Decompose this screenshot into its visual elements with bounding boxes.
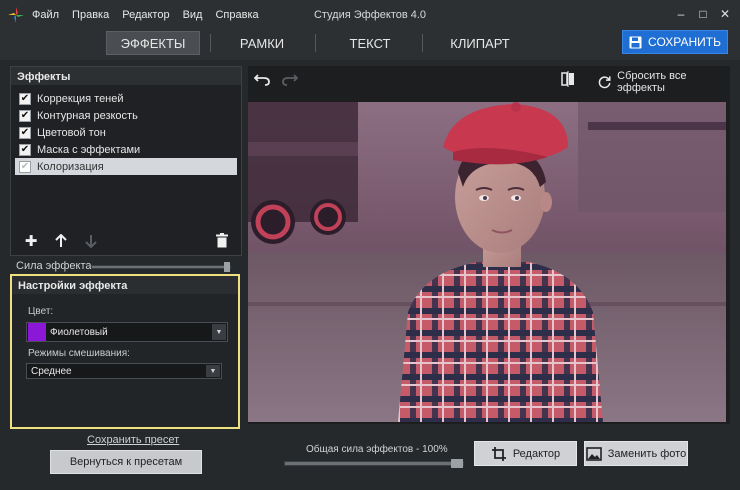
photo-preview	[248, 102, 726, 422]
replace-photo-button[interactable]: Заменить фото	[584, 441, 688, 466]
maximize-button[interactable]: □	[694, 5, 712, 23]
tab-frames[interactable]: РАМКИ	[222, 31, 302, 55]
effect-checkbox[interactable]: ✔	[19, 126, 31, 139]
tab-divider	[210, 34, 211, 52]
move-up-icon[interactable]	[53, 233, 69, 249]
blend-mode-select[interactable]: Среднее ▼	[26, 363, 222, 379]
bottom-bar: Общая сила эффектов - 100% Редактор Заме…	[248, 424, 730, 480]
blend-mode-label: Режимы смешивания:	[28, 348, 130, 359]
save-button[interactable]: СОХРАНИТЬ	[622, 30, 728, 54]
effect-settings-panel: Настройки эффекта Цвет: Фиолетовый ▼ Реж…	[10, 274, 240, 429]
replace-photo-button-label: Заменить фото	[607, 447, 687, 460]
tab-clipart[interactable]: КЛИПАРТ	[435, 31, 525, 55]
overall-strength-fill	[285, 462, 457, 465]
move-down-icon[interactable]	[83, 233, 99, 249]
title-bar: Файл Правка Редактор Вид Справка Студия …	[0, 0, 740, 30]
editor-button-label: Редактор	[512, 447, 561, 460]
undo-icon[interactable]	[252, 70, 272, 90]
effect-strength-slider[interactable]	[91, 262, 231, 272]
effects-toolbar: ✚	[23, 233, 99, 250]
overall-strength-handle[interactable]	[451, 459, 463, 468]
effect-item-label: Цветовой тон	[37, 126, 106, 139]
color-select[interactable]: Фиолетовый ▼	[26, 322, 228, 342]
reset-all-label: Сбросить все эффекты	[617, 70, 687, 94]
effect-strength-label: Сила эффекта	[16, 260, 92, 272]
menu-view[interactable]: Вид	[183, 9, 203, 21]
effect-strength-handle[interactable]	[224, 262, 230, 272]
image-icon	[585, 446, 602, 461]
minimize-button[interactable]: –	[672, 5, 690, 23]
redo-icon[interactable]	[280, 70, 300, 90]
effect-settings-title: Настройки эффекта	[12, 276, 238, 294]
canvas-area: Сбросить все эффекты	[248, 66, 730, 424]
reset-all-effects-button[interactable]: Сбросить все эффекты	[598, 70, 730, 94]
save-preset-link[interactable]: Сохранить пресет	[87, 434, 179, 446]
overall-strength-slider[interactable]	[284, 459, 464, 468]
chevron-down-icon[interactable]: ▼	[212, 324, 226, 340]
effect-checkbox[interactable]: ✔	[19, 143, 31, 156]
effect-item-hue[interactable]: ✔ Цветовой тон	[15, 124, 237, 141]
reset-icon	[598, 76, 611, 89]
left-panel: Эффекты ✔ Коррекция теней ✔ Контурная ре…	[10, 66, 242, 430]
effect-item-label: Коррекция теней	[37, 92, 124, 105]
effect-item-effects-mask[interactable]: ✔ Маска с эффектами	[15, 141, 237, 158]
effect-item-label: Колоризация	[37, 160, 104, 173]
back-to-presets-button[interactable]: Вернуться к пресетам	[50, 450, 202, 474]
effects-list: ✔ Коррекция теней ✔ Контурная резкость ✔…	[15, 90, 237, 175]
floppy-disk-icon	[629, 36, 642, 48]
tab-divider	[422, 34, 423, 52]
crop-icon	[491, 446, 506, 461]
effect-item-colorization[interactable]: ✔ Колоризация	[15, 158, 237, 175]
menu-bar: Файл Правка Редактор Вид Справка	[32, 9, 259, 21]
overall-strength-label: Общая сила эффектов - 100%	[306, 444, 448, 455]
effect-strength-fill	[92, 266, 227, 268]
tab-divider	[315, 34, 316, 52]
color-label: Цвет:	[28, 306, 54, 317]
menu-help[interactable]: Справка	[215, 9, 258, 21]
color-swatch	[28, 323, 46, 341]
effect-item-contour-sharpness[interactable]: ✔ Контурная резкость	[15, 107, 237, 124]
menu-edit[interactable]: Правка	[72, 9, 109, 21]
editor-button[interactable]: Редактор	[474, 441, 577, 466]
effect-strength: Сила эффекта	[16, 260, 242, 274]
effects-panel: Эффекты ✔ Коррекция теней ✔ Контурная ре…	[10, 66, 242, 256]
close-button[interactable]: ✕	[716, 5, 734, 23]
compare-icon[interactable]	[558, 69, 578, 89]
tab-effects[interactable]: ЭФФЕКТЫ	[106, 31, 200, 55]
menu-file[interactable]: Файл	[32, 9, 59, 21]
chevron-down-icon[interactable]: ▼	[206, 365, 220, 377]
tab-text[interactable]: ТЕКСТ	[330, 31, 410, 55]
effect-item-label: Маска с эффектами	[37, 143, 141, 156]
add-icon[interactable]: ✚	[23, 233, 39, 250]
effect-checkbox[interactable]: ✔	[19, 109, 31, 122]
blend-mode-value: Среднее	[31, 365, 72, 377]
effect-item-label: Контурная резкость	[37, 109, 138, 122]
effects-panel-title: Эффекты	[11, 67, 241, 85]
window-controls: – □ ✕	[672, 5, 734, 23]
menu-editor[interactable]: Редактор	[122, 9, 169, 21]
effect-checkbox[interactable]: ✔	[19, 92, 31, 105]
trash-icon[interactable]	[215, 233, 229, 248]
app-logo-icon	[8, 7, 24, 23]
color-select-value: Фиолетовый	[50, 326, 108, 338]
effect-item-shadow-correction[interactable]: ✔ Коррекция теней	[15, 90, 237, 107]
effect-checkbox[interactable]: ✔	[19, 160, 31, 173]
save-button-label: СОХРАНИТЬ	[648, 35, 721, 49]
